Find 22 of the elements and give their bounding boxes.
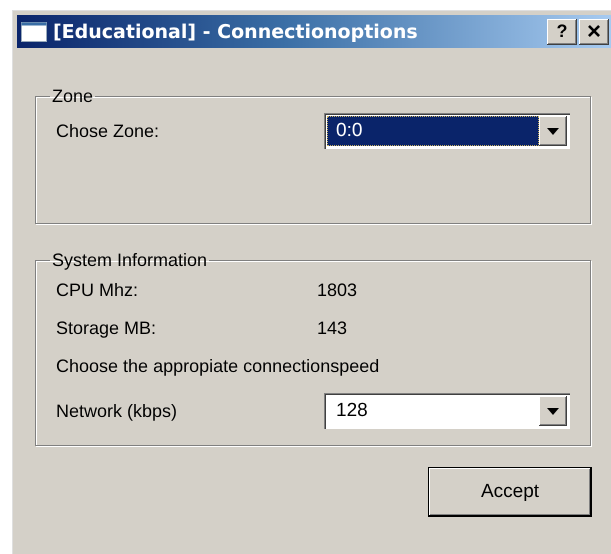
group-title: System Information <box>51 250 208 271</box>
window-title: [Educational] - Connectionoptions <box>53 20 419 42</box>
dropdown[interactable]: 128 <box>324 393 570 429</box>
info-value: 1803 <box>317 280 358 300</box>
accept-button[interactable]: Accept <box>429 468 591 516</box>
field-label: Chose Zone: <box>56 120 160 142</box>
dropdown-value: 128 <box>335 399 369 423</box>
dropdown-button[interactable] <box>539 116 567 146</box>
group-title: Zone <box>51 86 94 107</box>
window-icon <box>21 22 47 42</box>
info-label: CPU Mhz: <box>56 280 140 300</box>
close-button[interactable]: × <box>579 18 609 44</box>
help-button[interactable]: ? <box>547 18 577 44</box>
dropdown-button[interactable] <box>539 396 567 426</box>
dropdown[interactable]: 0:0 <box>324 113 570 149</box>
instruction-text: Choose the appropiate connectionspeed <box>56 356 380 376</box>
caret-icon <box>547 128 559 134</box>
caret-icon <box>547 408 559 414</box>
field-label: Network (kbps) <box>56 400 178 422</box>
info-label: Storage MB: <box>56 318 158 338</box>
dropdown-value: 0:0 <box>327 116 539 146</box>
info-value: 143 <box>317 318 348 338</box>
